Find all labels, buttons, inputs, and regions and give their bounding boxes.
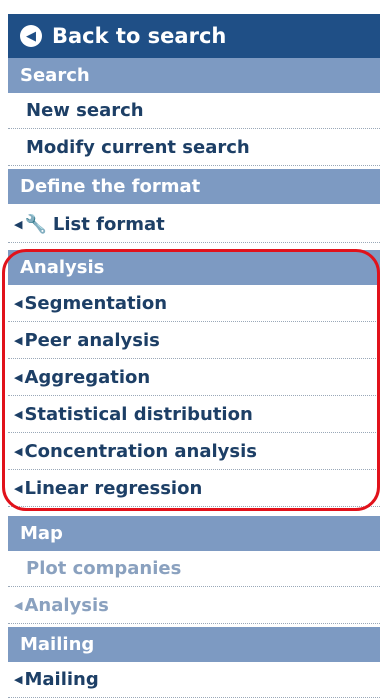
wrench-icon: 🔧	[24, 213, 47, 235]
menu-item-label: Statistical distribution	[24, 404, 253, 425]
back-to-search-button[interactable]: ◀ Back to search	[8, 14, 380, 58]
menu-item-label: Concentration analysis	[24, 441, 258, 462]
menu-item-label: New search	[26, 100, 144, 121]
menu-item-map-analysis[interactable]: ◀ Analysis	[8, 588, 380, 624]
section-header-analysis: Analysis	[8, 250, 380, 285]
triangle-left-icon: ◀	[14, 371, 23, 384]
menu-item-label: Linear regression	[24, 478, 203, 499]
menu-item-label: List format	[52, 214, 165, 235]
triangle-left-icon: ◀	[14, 445, 23, 458]
back-to-search-label: Back to search	[52, 24, 227, 48]
triangle-left-icon: ◀	[14, 482, 23, 495]
triangle-left-icon: ◀	[14, 297, 23, 310]
menu-item-statistical-distribution[interactable]: ◀ Statistical distribution	[8, 397, 380, 433]
menu-item-label: Analysis	[24, 595, 109, 616]
triangle-left-icon: ◀	[14, 599, 23, 612]
triangle-left-icon: ◀	[14, 673, 23, 686]
menu-item-peer-analysis[interactable]: ◀ Peer analysis	[8, 323, 380, 359]
menu-item-concentration-analysis[interactable]: ◀ Concentration analysis	[8, 434, 380, 470]
triangle-left-icon: ◀	[14, 408, 23, 421]
section-header-search: Search	[8, 58, 380, 93]
menu-item-mailing[interactable]: ◀ Mailing	[8, 662, 380, 698]
menu-item-list-format[interactable]: ◀ 🔧 List format	[8, 207, 380, 243]
menu-item-new-search[interactable]: New search	[8, 93, 380, 129]
triangle-left-icon: ◀	[14, 334, 23, 347]
menu-item-label: Plot companies	[26, 558, 182, 579]
menu-item-plot-companies[interactable]: Plot companies	[8, 551, 380, 587]
menu-item-linear-regression[interactable]: ◀ Linear regression	[8, 471, 380, 507]
menu-item-aggregation[interactable]: ◀ Aggregation	[8, 360, 380, 396]
menu-item-label: Mailing	[24, 669, 99, 690]
menu-item-label: Peer analysis	[24, 330, 160, 351]
section-header-define-format: Define the format	[8, 169, 380, 204]
back-arrow-circle-icon: ◀	[20, 25, 42, 47]
menu-item-label: Aggregation	[24, 367, 151, 388]
triangle-left-icon: ◀	[14, 218, 23, 231]
menu-item-label: Modify current search	[26, 137, 250, 158]
section-header-mailing: Mailing	[8, 627, 380, 662]
menu-item-segmentation[interactable]: ◀ Segmentation	[8, 286, 380, 322]
sidebar-menu: ◀ Back to search Search New search Modif…	[0, 0, 385, 698]
menu-item-label: Segmentation	[24, 293, 168, 314]
menu-item-modify-current-search[interactable]: Modify current search	[8, 130, 380, 166]
section-header-map: Map	[8, 516, 380, 551]
